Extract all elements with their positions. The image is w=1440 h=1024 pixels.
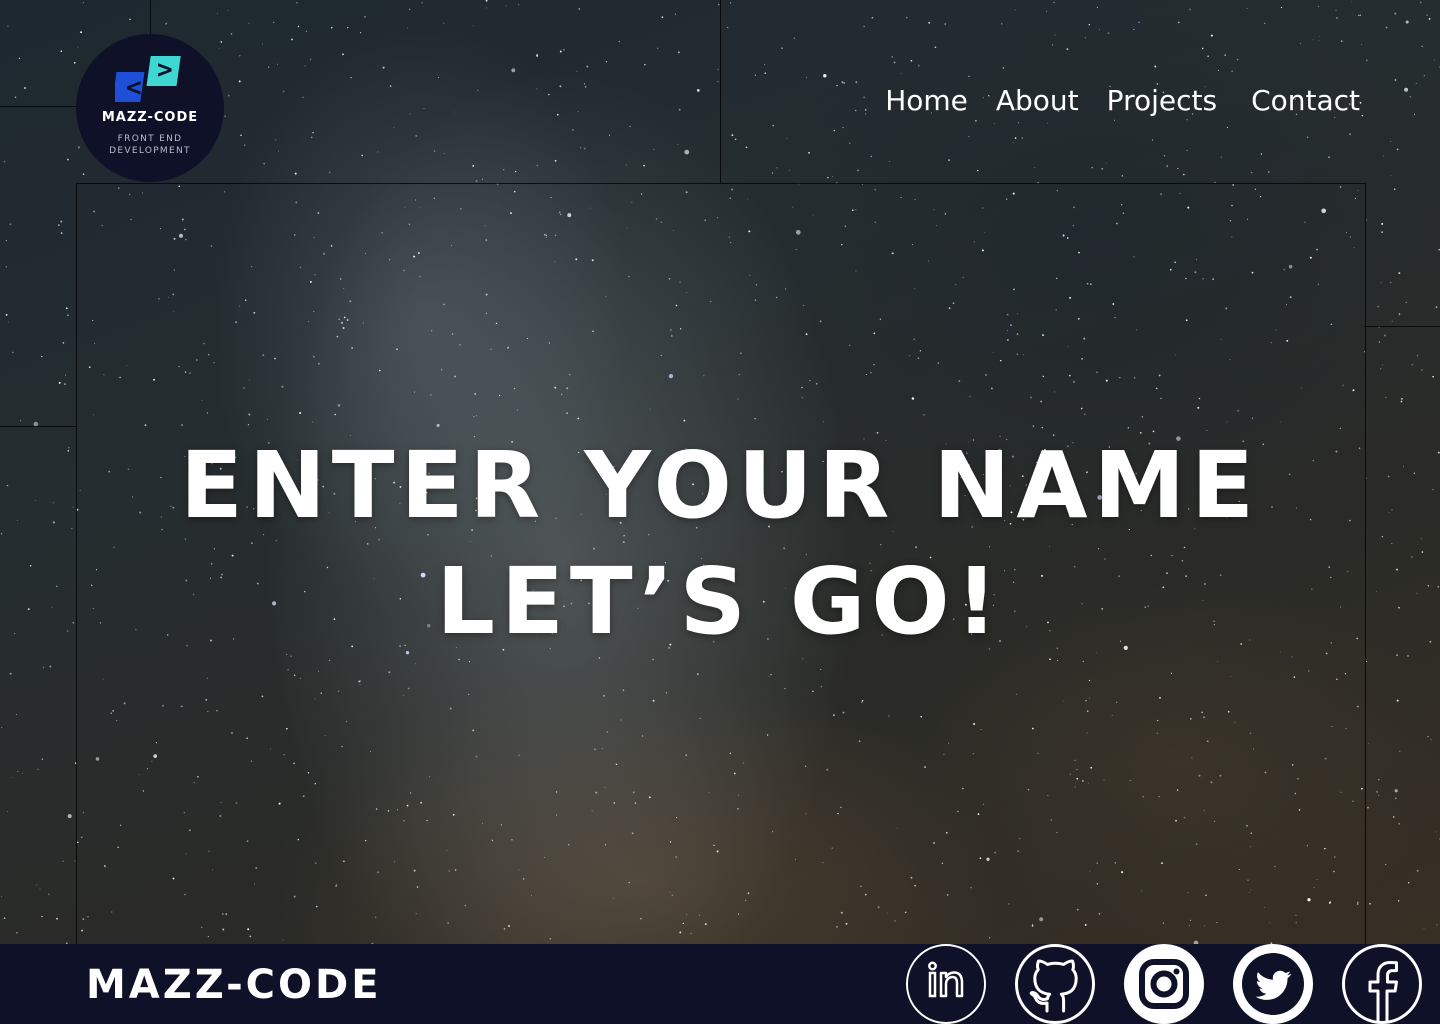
facebook-link[interactable]	[1342, 944, 1422, 1024]
frame-line	[0, 106, 76, 107]
nav-projects-link[interactable]: Projects	[1107, 82, 1217, 120]
twitter-icon	[1242, 953, 1304, 1015]
github-icon	[1029, 959, 1078, 1013]
social-links	[906, 944, 1422, 1024]
hero-heading: ENTER YOUR NAME LET’S GO!	[0, 428, 1440, 660]
svg-text:<: <	[126, 73, 142, 103]
hero-line-2: LET’S GO!	[436, 548, 1004, 655]
nav-home-link[interactable]: Home	[885, 82, 968, 120]
logo-name: MAZZ-CODE	[101, 110, 199, 125]
frame-line	[720, 0, 721, 183]
linkedin-icon	[928, 961, 964, 998]
nav-contact-link[interactable]: Contact	[1251, 82, 1360, 120]
facebook-icon	[1368, 961, 1398, 1021]
frame-line	[1364, 326, 1440, 327]
frame-line	[0, 426, 76, 427]
frame-line	[150, 0, 151, 34]
hero-line-1: ENTER YOUR NAME	[179, 432, 1261, 539]
code-brackets-icon: < >	[115, 55, 181, 103]
instagram-icon	[1139, 959, 1189, 1009]
nav-about-link[interactable]: About	[996, 82, 1079, 120]
github-link[interactable]	[1015, 944, 1095, 1024]
linkedin-link[interactable]	[906, 944, 986, 1024]
svg-text:>: >	[157, 55, 173, 85]
instagram-link[interactable]	[1124, 944, 1204, 1024]
footer-brand: MAZZ-CODE	[86, 962, 382, 1008]
footer: MAZZ-CODE	[0, 944, 1440, 1024]
main-nav: Home About Projects Contact	[885, 82, 1360, 120]
logo[interactable]: < > MAZZ-CODE FRONT END DEVELOPMENT	[76, 34, 224, 182]
twitter-link[interactable]	[1233, 944, 1313, 1024]
logo-tagline: FRONT END DEVELOPMENT	[109, 134, 191, 156]
